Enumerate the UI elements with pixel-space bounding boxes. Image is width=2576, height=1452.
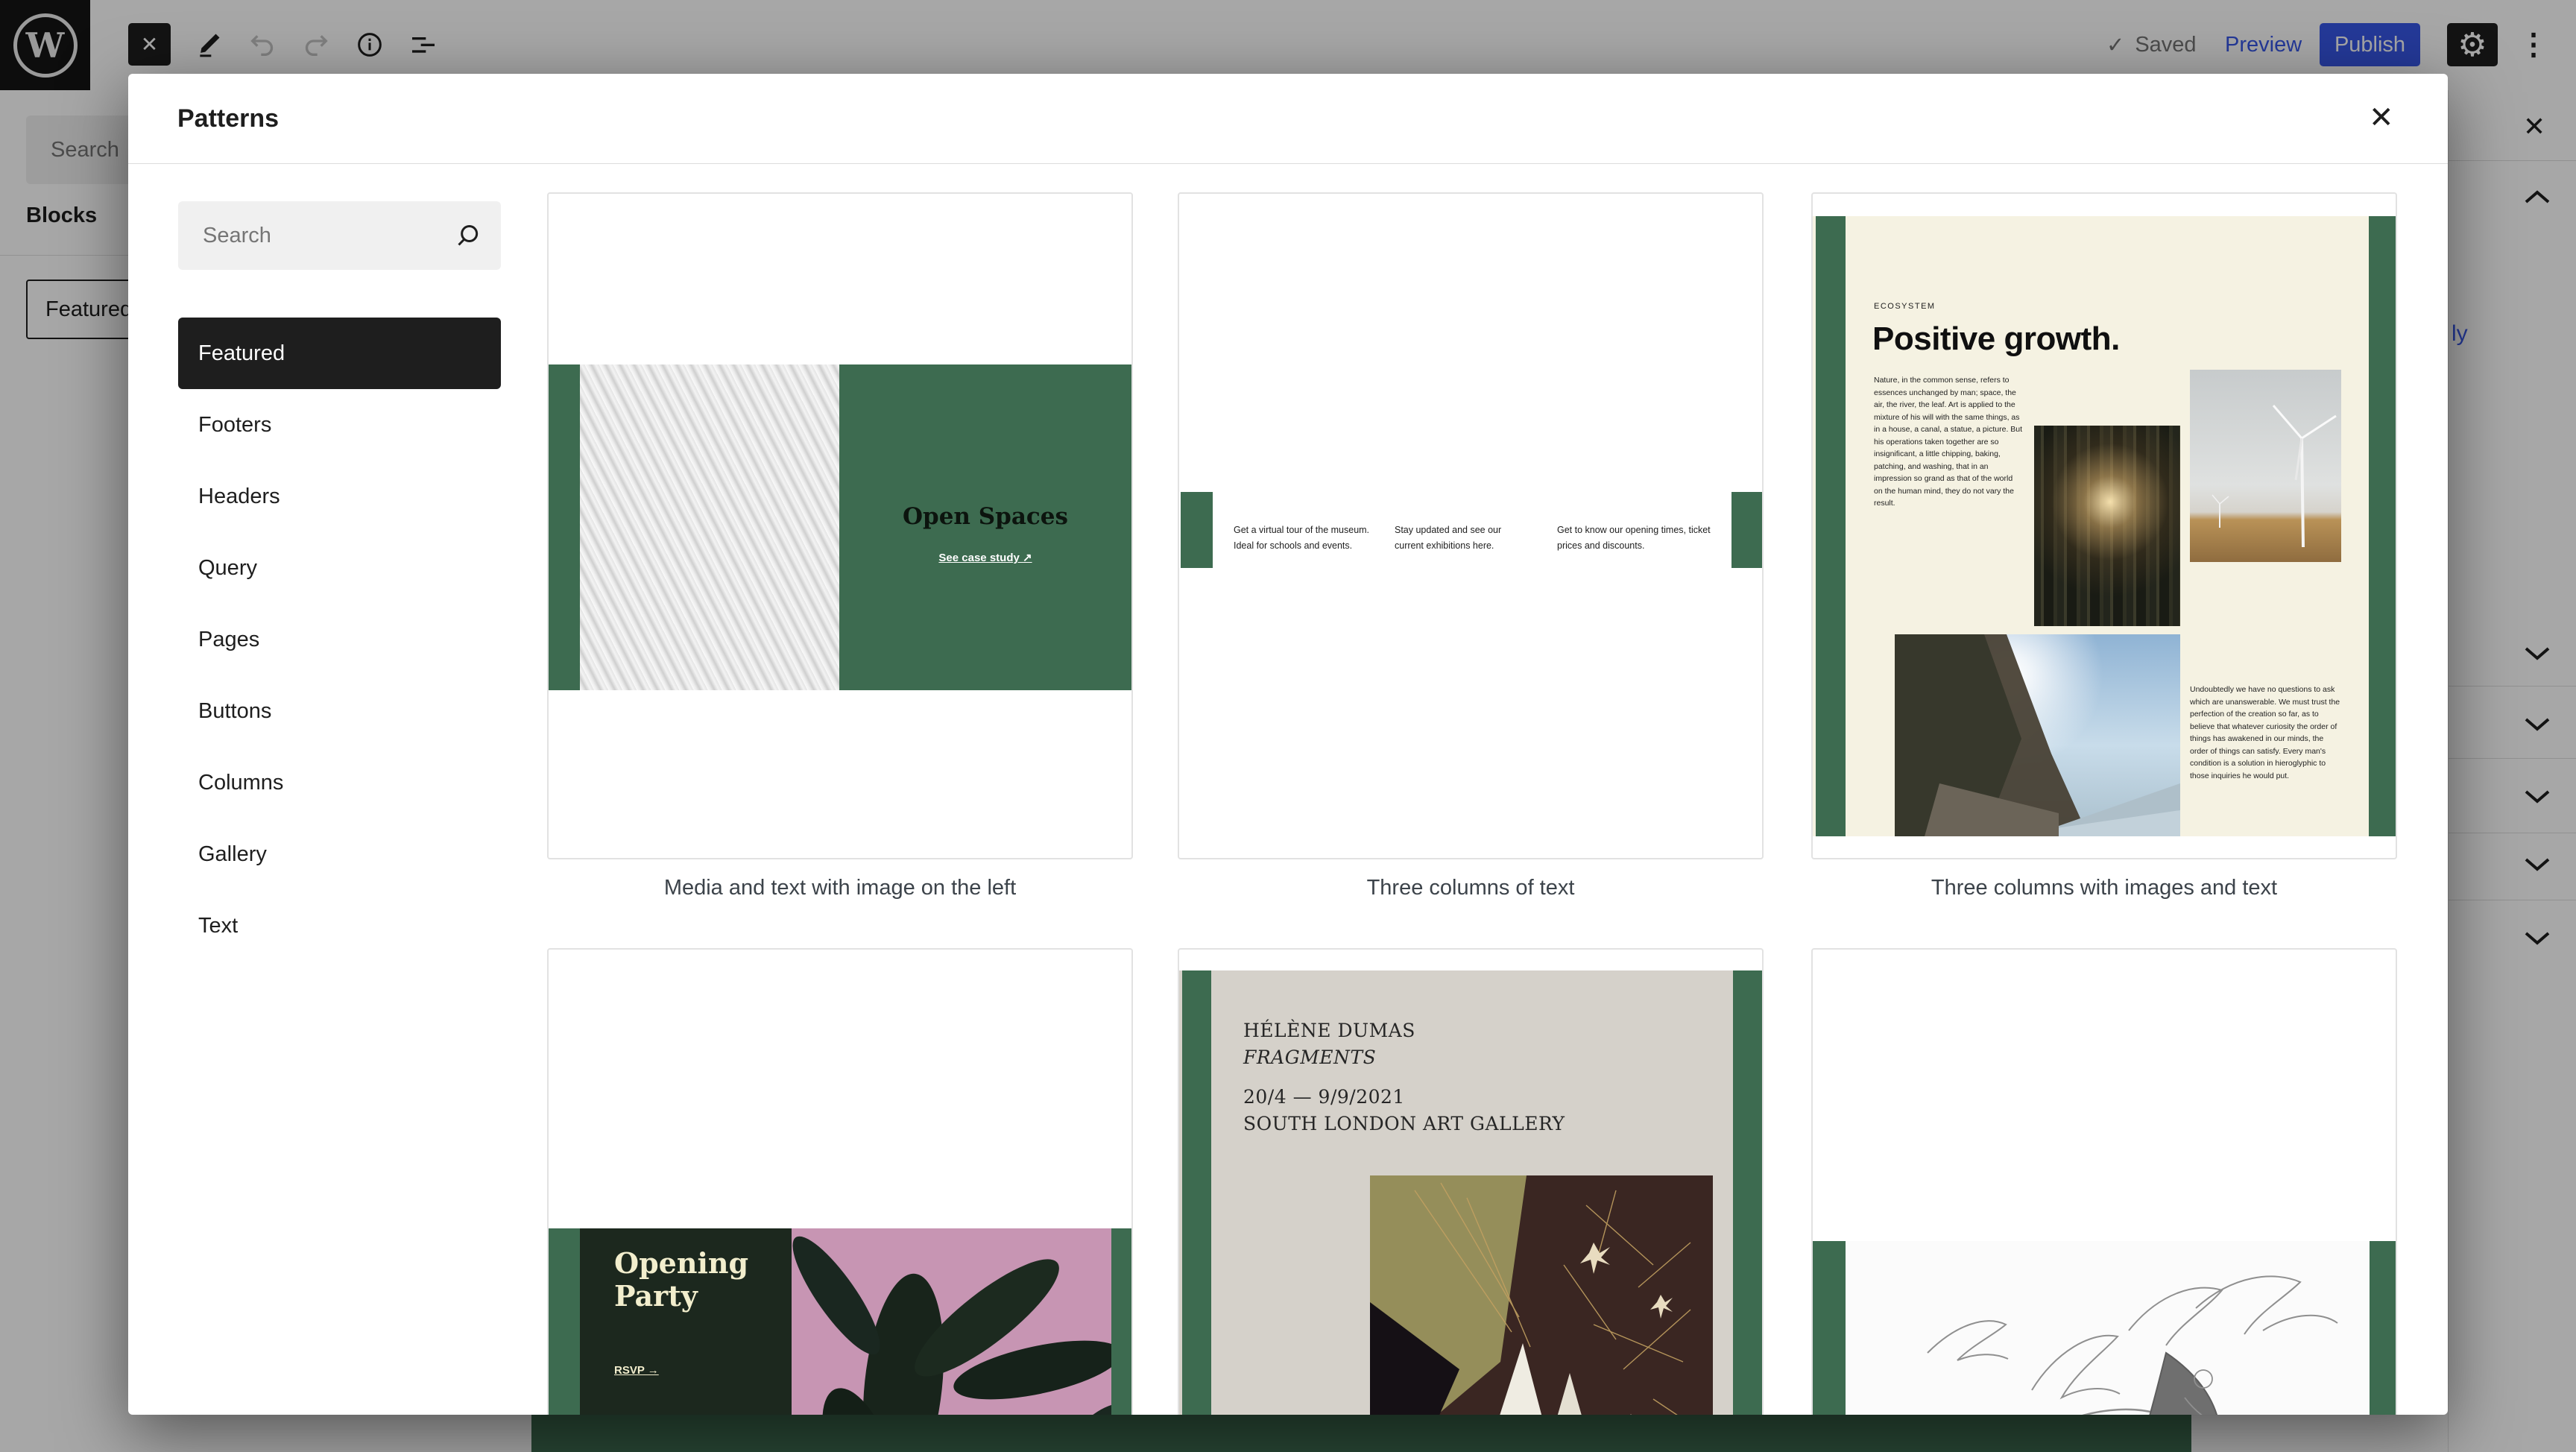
pattern-caption: Three columns with images and text (1931, 876, 2278, 900)
preview-heading: Open Spaces (903, 503, 1068, 530)
pattern-caption: Three columns of text (1366, 876, 1575, 900)
pattern-card-opening-party[interactable]: Opening Party RSVP → (547, 948, 1133, 1415)
pattern-card-media-text[interactable]: Open Spaces See case study ↗ (547, 192, 1133, 859)
category-item-headers[interactable]: Headers (178, 461, 501, 532)
category-item-gallery[interactable]: Gallery (178, 818, 501, 890)
sketch-image (1846, 1241, 2370, 1415)
plant-photo (792, 1228, 1111, 1415)
category-item-featured[interactable]: Featured (178, 318, 501, 389)
green-strip (1816, 1241, 1846, 1415)
close-modal-button[interactable]: ✕ (2369, 101, 2394, 135)
pattern-preview-area: ECOSYSTEM Positive growth. Nature, in th… (1813, 216, 2396, 836)
preview-kicker: ECOSYSTEM (1874, 302, 1936, 311)
category-item-query[interactable]: Query (178, 532, 501, 604)
patterns-modal: Patterns ✕ Featured Footers Headers Quer… (128, 74, 2448, 1415)
pattern-preview-band: Opening Party RSVP → (549, 1228, 1131, 1415)
preview-subheading: FRAGMENTS (1243, 1047, 1377, 1068)
green-strip (1731, 492, 1762, 568)
category-item-columns[interactable]: Columns (178, 747, 501, 818)
green-strip (1182, 970, 1211, 1415)
pattern-card-three-columns-text[interactable]: Get a virtual tour of the museum. Ideal … (1178, 192, 1764, 859)
category-item-footers[interactable]: Footers (178, 389, 501, 461)
green-strip (1181, 492, 1213, 568)
preview-paragraph: Nature, in the common sense, refers to e… (1874, 376, 2023, 508)
pattern-card-three-columns-images[interactable]: ECOSYSTEM Positive growth. Nature, in th… (1811, 192, 2397, 859)
windmill-photo (2190, 370, 2341, 562)
preview-paragraph: Undoubtedly we have no questions to ask … (2190, 685, 2340, 780)
wavy-texture-image (580, 364, 839, 690)
pattern-preview-area: HÉLÈNE DUMAS FRAGMENTS 20/4 — 9/9/2021 S… (1179, 970, 1762, 1415)
preview-venue: SOUTH LONDON ART GALLERY (1243, 1113, 1565, 1134)
abstract-artwork-image (1370, 1175, 1713, 1415)
green-strip (1816, 216, 1846, 836)
preview-link: See case study ↗ (938, 552, 1032, 564)
category-item-pages[interactable]: Pages (178, 604, 501, 675)
pattern-preview-band: Open Spaces See case study ↗ (549, 364, 1131, 690)
modal-title: Patterns (177, 104, 280, 133)
search-icon (458, 225, 479, 246)
pattern-card-art-gallery[interactable]: HÉLÈNE DUMAS FRAGMENTS 20/4 — 9/9/2021 S… (1178, 948, 1764, 1415)
preview-heading: Positive growth. (1872, 321, 2120, 357)
screen: W ✕ ✓ Saved Preview Publish ⚙ ⋮ Search B… (0, 0, 2576, 1452)
preview-column-text: Stay updated and see our current exhibit… (1395, 525, 1502, 551)
patterns-sidebar: Featured Footers Headers Query Pages But… (178, 201, 501, 962)
forest-photo (2034, 426, 2180, 626)
category-item-text[interactable]: Text (178, 890, 501, 962)
preview-heading: HÉLÈNE DUMAS (1243, 1020, 1415, 1041)
green-strip (1733, 970, 1762, 1415)
green-strip (2370, 1241, 2396, 1415)
category-item-buttons[interactable]: Buttons (178, 675, 501, 747)
coast-photo (1895, 634, 2180, 836)
pattern-card-sketch[interactable] (1811, 948, 2397, 1415)
preview-heading: Opening (614, 1246, 749, 1280)
pattern-caption: Media and text with image on the left (663, 876, 1017, 900)
pattern-preview-band (1813, 1241, 2396, 1415)
preview-heading: Party (614, 1279, 698, 1313)
preview-column-text: Get a virtual tour of the museum. Ideal … (1234, 525, 1370, 551)
dark-text-panel: Opening Party RSVP → (580, 1228, 792, 1415)
preview-column-text: Get to know our opening times, ticket pr… (1557, 525, 1711, 551)
modal-header: Patterns ✕ (128, 74, 2448, 164)
green-strip (2369, 216, 2396, 836)
preview-dates: 20/4 — 9/9/2021 (1243, 1086, 1405, 1108)
pattern-category-list: Featured Footers Headers Query Pages But… (178, 318, 501, 962)
preview-link: RSVP → (614, 1364, 659, 1377)
